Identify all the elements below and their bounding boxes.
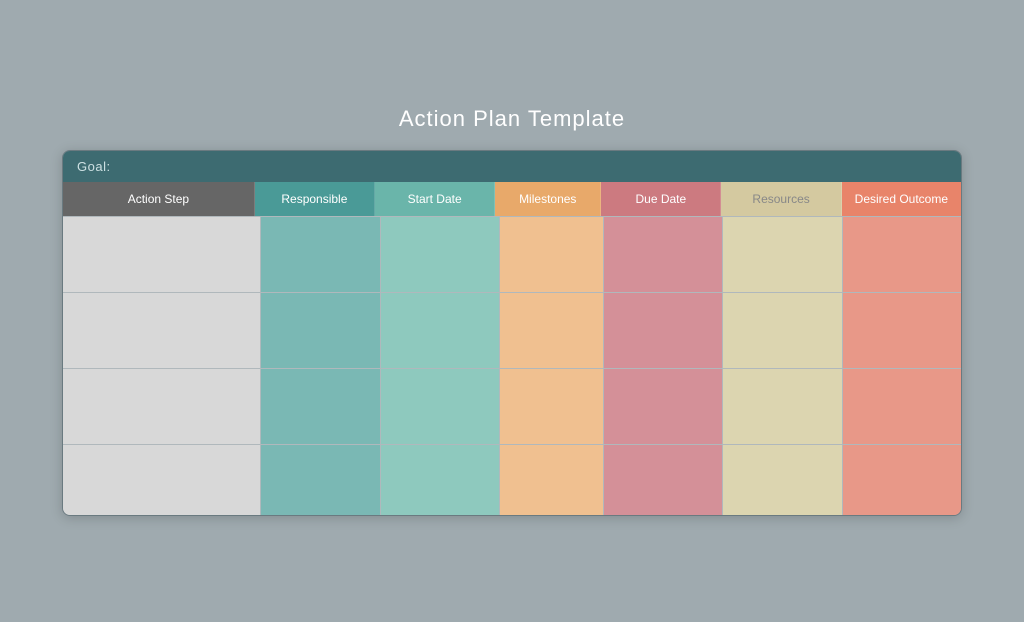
goal-label: Goal: xyxy=(77,159,111,174)
header-resources: Resources xyxy=(721,182,841,216)
cell-duedate-4[interactable] xyxy=(604,445,723,515)
cell-resources-3[interactable] xyxy=(723,369,842,444)
table-header: Action Step Responsible Start Date Miles… xyxy=(63,182,961,216)
cell-desired-3[interactable] xyxy=(843,369,961,444)
cell-action-4[interactable] xyxy=(63,445,261,515)
cell-resources-1[interactable] xyxy=(723,217,842,292)
cell-desired-4[interactable] xyxy=(843,445,961,515)
table-row xyxy=(63,444,961,515)
page-title: Action Plan Template xyxy=(399,106,625,132)
cell-responsible-3[interactable] xyxy=(261,369,380,444)
table-row xyxy=(63,368,961,444)
action-plan-table: Goal: Action Step Responsible Start Date… xyxy=(62,150,962,516)
cell-startdate-1[interactable] xyxy=(381,217,500,292)
cell-duedate-1[interactable] xyxy=(604,217,723,292)
table-row xyxy=(63,216,961,292)
header-duedate: Due Date xyxy=(601,182,721,216)
cell-responsible-4[interactable] xyxy=(261,445,380,515)
cell-startdate-4[interactable] xyxy=(381,445,500,515)
cell-duedate-2[interactable] xyxy=(604,293,723,368)
cell-desired-2[interactable] xyxy=(843,293,961,368)
cell-milestones-4[interactable] xyxy=(500,445,604,515)
cell-milestones-1[interactable] xyxy=(500,217,604,292)
cell-desired-1[interactable] xyxy=(843,217,961,292)
header-milestones: Milestones xyxy=(495,182,601,216)
cell-resources-2[interactable] xyxy=(723,293,842,368)
header-startdate: Start Date xyxy=(375,182,495,216)
cell-duedate-3[interactable] xyxy=(604,369,723,444)
cell-responsible-1[interactable] xyxy=(261,217,380,292)
cell-action-1[interactable] xyxy=(63,217,261,292)
cell-startdate-2[interactable] xyxy=(381,293,500,368)
cell-action-3[interactable] xyxy=(63,369,261,444)
cell-action-2[interactable] xyxy=(63,293,261,368)
table-row xyxy=(63,292,961,368)
cell-milestones-2[interactable] xyxy=(500,293,604,368)
header-desired: Desired Outcome xyxy=(842,182,961,216)
cell-startdate-3[interactable] xyxy=(381,369,500,444)
goal-bar: Goal: xyxy=(63,151,961,182)
header-responsible: Responsible xyxy=(255,182,375,216)
table-body xyxy=(63,216,961,515)
cell-resources-4[interactable] xyxy=(723,445,842,515)
header-action: Action Step xyxy=(63,182,255,216)
cell-responsible-2[interactable] xyxy=(261,293,380,368)
cell-milestones-3[interactable] xyxy=(500,369,604,444)
